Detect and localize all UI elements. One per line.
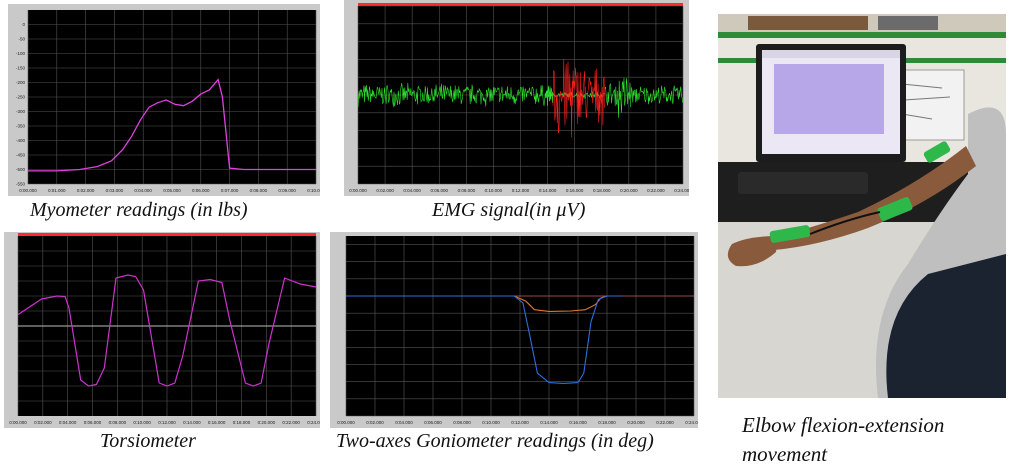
x-tick-label: 0:05.000	[163, 188, 181, 193]
x-tick-label: 0:01.000	[48, 188, 66, 193]
y-tick-label: -400	[16, 138, 26, 143]
x-tick-label: 0:18.000	[598, 420, 616, 425]
x-tick-label: 0:14.000	[183, 420, 201, 425]
y-tick-label: -450	[16, 153, 26, 158]
x-tick-label: 0:06.000	[84, 420, 102, 425]
torsiometer-plot: 0:00.000 0:02.000 0:04.000 0:06.000 0:08.000…	[9, 233, 320, 425]
x-tick-label: 0:02.000	[34, 420, 52, 425]
x-tick-label: 0:08.000	[453, 420, 471, 425]
x-tick-label: 0:16.000	[566, 188, 584, 193]
x-tick-label: 0:20.000	[620, 188, 638, 193]
x-tick-label: 0:10.000	[307, 188, 320, 193]
x-tick-label: 0:24.000	[685, 420, 698, 425]
torsiometer-caption: Torsiometer	[100, 430, 196, 452]
x-tick-label: 0:02.000	[366, 420, 384, 425]
emg-plot: 0:00.000 0:02.000 0:04.000 0:06.000 0:08.000…	[349, 3, 689, 193]
x-tick-label: 0:09.000	[278, 188, 296, 193]
x-tick-label: 0:10.000	[133, 420, 151, 425]
x-tick-label: 0:22.000	[647, 188, 665, 193]
x-tick-label: 0:04.000	[134, 188, 152, 193]
x-tick-label: 0:22.000	[656, 420, 674, 425]
x-tick-label: 0:10.000	[485, 188, 503, 193]
emg-chart: 0:00.000 0:02.000 0:04.000 0:06.000 0:08.000…	[344, 0, 689, 196]
emg-caption: EMG signal(in μV)	[432, 199, 586, 221]
x-tick-label: 0:16.000	[208, 420, 226, 425]
y-tick-label: -250	[16, 95, 26, 100]
y-tick-label: 0	[22, 22, 25, 27]
myometer-plot: 0:00.000 0:01.000 0:02.000 0:03.000 0:04.000…	[16, 10, 320, 193]
x-tick-label: 0:00.000	[9, 420, 27, 425]
x-tick-label: 0:12.000	[158, 420, 176, 425]
top-bar	[18, 233, 316, 236]
x-tick-label: 0:03.000	[106, 188, 124, 193]
x-tick-label: 0:07.000	[221, 188, 239, 193]
top-bar	[358, 3, 683, 6]
elbow-movement-photo	[718, 14, 1006, 398]
x-tick-label: 0:22.000	[282, 420, 300, 425]
photo-caption-line1: Elbow flexion-extension	[742, 413, 945, 437]
x-tick-label: 0:20.000	[258, 420, 276, 425]
myometer-caption: Myometer readings (in lbs)	[30, 199, 248, 221]
myometer-chart: 0:00.000 0:01.000 0:02.000 0:03.000 0:04.000…	[8, 4, 320, 196]
x-tick-label: 0:02.000	[77, 188, 95, 193]
x-tick-label: 0:08.000	[250, 188, 268, 193]
x-tick-label: 0:06.000	[192, 188, 210, 193]
y-tick-label: -300	[16, 109, 26, 114]
x-tick-label: 0:04.000	[395, 420, 413, 425]
x-tick-label: 0:00.000	[19, 188, 37, 193]
x-tick-label: 0:18.000	[233, 420, 251, 425]
torsiometer-chart: 0:00.000 0:02.000 0:04.000 0:06.000 0:08.000…	[4, 232, 320, 428]
goniometer-plot: 0:00.000 0:02.000 0:04.000 0:06.000 0:08.000…	[337, 236, 698, 425]
y-tick-label: -500	[16, 167, 26, 172]
x-tick-label: 0:10.000	[482, 420, 500, 425]
x-tick-label: 0:14.000	[540, 420, 558, 425]
x-tick-label: 0:24.000	[307, 420, 320, 425]
x-tick-label: 0:06.000	[424, 420, 442, 425]
y-tick-label: -50	[18, 37, 25, 42]
photo-caption-line2: movement	[742, 442, 828, 466]
y-tick-label: -350	[16, 124, 26, 129]
x-tick-label: 0:02.000	[376, 188, 394, 193]
x-tick-label: 0:08.000	[109, 420, 127, 425]
y-tick-label: -100	[16, 51, 26, 56]
goniometer-caption: Two-axes Goniometer readings (in deg)	[336, 430, 654, 452]
y-tick-label: -150	[16, 66, 26, 71]
x-tick-label: 0:04.000	[59, 420, 77, 425]
goniometer-chart: 0:00.000 0:02.000 0:04.000 0:06.000 0:08.000…	[330, 232, 698, 428]
y-tick-label: -550	[16, 182, 26, 187]
x-tick-label: 0:12.000	[512, 188, 530, 193]
x-tick-label: 0:14.000	[539, 188, 557, 193]
x-tick-label: 0:24.000	[674, 188, 689, 193]
x-tick-label: 0:04.000	[403, 188, 421, 193]
x-tick-label: 0:16.000	[569, 420, 587, 425]
x-tick-label: 0:12.000	[511, 420, 529, 425]
x-tick-label: 0:00.000	[337, 420, 355, 425]
x-tick-label: 0:08.000	[458, 188, 476, 193]
y-tick-label: -200	[16, 80, 26, 85]
x-tick-label: 0:06.000	[430, 188, 448, 193]
x-tick-label: 0:18.000	[593, 188, 611, 193]
x-tick-label: 0:00.000	[349, 188, 367, 193]
x-tick-label: 0:20.000	[627, 420, 645, 425]
